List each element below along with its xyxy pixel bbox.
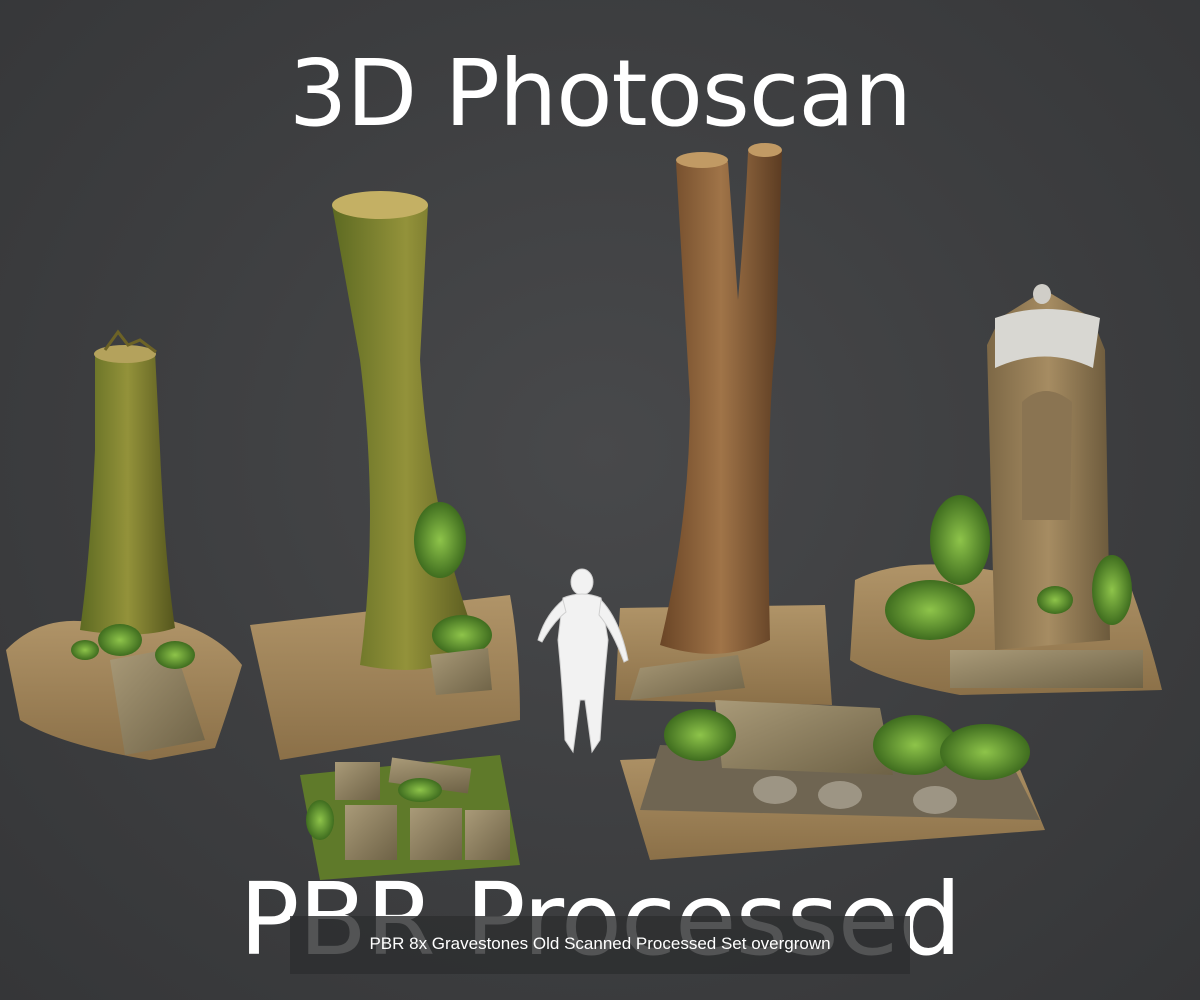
gothic-monument [850, 284, 1162, 695]
scan-asset-scene [6, 143, 1162, 880]
human-scale-figure [537, 568, 629, 754]
caption-text: PBR 8x Gravestones Old Scanned Processed… [369, 934, 831, 953]
tree-tall-mossy [250, 191, 520, 760]
tree-stump-left [6, 329, 242, 760]
caption-bar: PBR 8x Gravestones Old Scanned Processed… [290, 916, 910, 974]
tree-forked [615, 143, 832, 705]
overgrown-grave-slab [620, 700, 1045, 860]
